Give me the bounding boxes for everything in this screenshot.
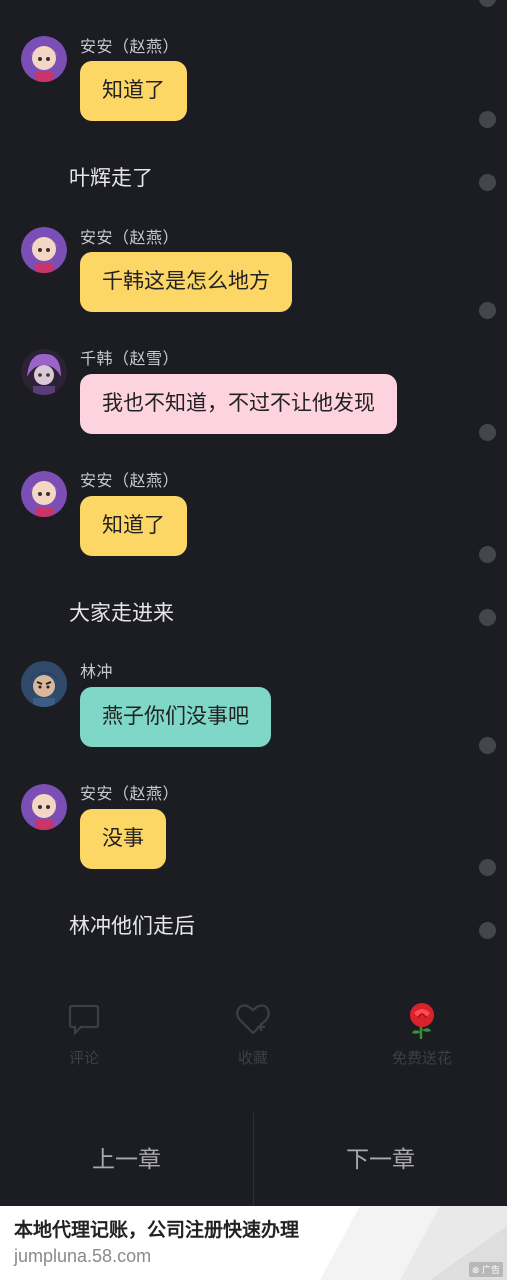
speaker-name: 安安（赵燕） <box>80 39 180 56</box>
girl-avatar[interactable] <box>21 36 67 82</box>
girl-avatar[interactable] <box>21 227 67 273</box>
speaker-name: 安安（赵燕） <box>80 786 180 803</box>
send-flower-label: 免费送花 <box>391 1050 452 1067</box>
scroll-marker-dot <box>479 859 496 876</box>
speaker-name: 安安（赵燕） <box>80 230 180 247</box>
chat-bubble: 知道了 <box>80 496 187 556</box>
prev-chapter-button[interactable]: 上一章 <box>0 1113 253 1206</box>
chat-bubble: 千韩这是怎么地方 <box>80 252 292 312</box>
chat-bubble: 燕子你们没事吧 <box>80 687 271 747</box>
chapter-navigation: 上一章 下一章 <box>0 1113 507 1206</box>
narration-text: 大家走进来 <box>69 602 174 625</box>
ad-banner[interactable]: 本地代理记账，公司注册快速办理 jumpluna.58.com ⊗ 广告 <box>0 1206 507 1280</box>
ad-url: jumpluna.58.com <box>14 1246 152 1266</box>
favorite-button[interactable]: 收藏 <box>198 1002 308 1068</box>
speaker-name: 千韩（赵雪） <box>80 351 180 368</box>
scroll-marker-dot <box>479 111 496 128</box>
scroll-marker-dot <box>479 609 496 626</box>
ad-badge-label: 广告 <box>481 1265 500 1275</box>
send-flower-button[interactable]: 免费送花 <box>367 1000 477 1068</box>
scroll-marker-dot <box>479 174 496 191</box>
scroll-marker-dot <box>479 302 496 319</box>
favorite-label: 收藏 <box>237 1050 268 1067</box>
chat-bubble: 没事 <box>80 809 166 869</box>
girl-avatar[interactable] <box>21 471 67 517</box>
chat-bubble: 我也不知道，不过不让他发现 <box>80 374 397 434</box>
purple-hair-avatar[interactable] <box>21 349 67 395</box>
heart-icon <box>198 1002 308 1041</box>
scroll-marker-dot <box>479 546 496 563</box>
scroll-marker-dot <box>479 0 496 7</box>
speaker-name: 安安（赵燕） <box>80 473 180 490</box>
scroll-marker-dot <box>479 922 496 939</box>
boy-avatar[interactable] <box>21 661 67 707</box>
girl-avatar[interactable] <box>21 784 67 830</box>
scroll-marker-dot <box>479 737 496 754</box>
scroll-marker-dot <box>479 424 496 441</box>
next-chapter-button[interactable]: 下一章 <box>254 1113 507 1206</box>
ad-close-icon[interactable]: ⊗ <box>472 1265 480 1275</box>
speaker-name: 林冲 <box>80 664 114 681</box>
rose-icon <box>367 1000 477 1045</box>
narration-text: 叶辉走了 <box>69 167 153 190</box>
comment-label: 评论 <box>68 1050 99 1067</box>
narration-text: 林冲他们走后 <box>69 915 195 938</box>
comment-button[interactable]: 评论 <box>29 1002 139 1068</box>
chat-bubble: 知道了 <box>80 61 187 121</box>
ad-title: 本地代理记账，公司注册快速办理 <box>14 1220 300 1241</box>
comment-icon <box>29 1002 139 1041</box>
ad-badge: ⊗ 广告 <box>468 1262 503 1277</box>
